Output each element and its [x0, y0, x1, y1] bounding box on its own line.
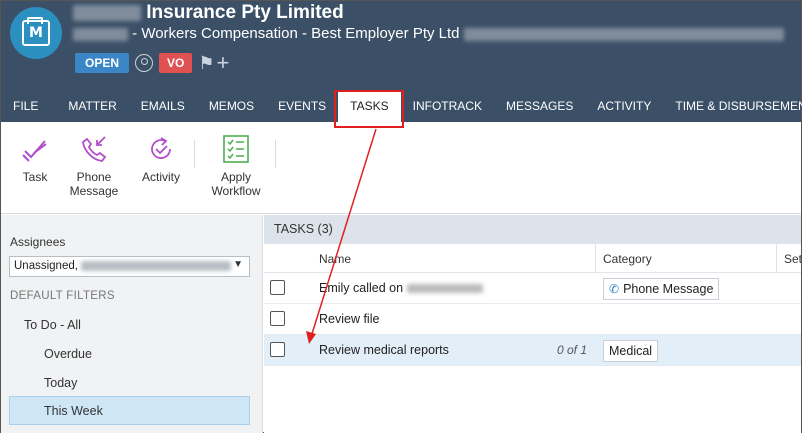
tab-infotrack[interactable]: INFOTRACK: [401, 90, 494, 122]
tab-messages[interactable]: MESSAGES: [494, 90, 585, 122]
category-column-header[interactable]: Category: [596, 244, 776, 273]
tab-tasks[interactable]: TASKS: [338, 90, 401, 122]
toolbar-divider: [194, 140, 195, 168]
add-tag-icon[interactable]: +: [217, 52, 230, 74]
filter-overdue[interactable]: Overdue: [44, 347, 92, 361]
matter-title: Insurance Pty Limited: [73, 2, 344, 24]
filter-today[interactable]: Today: [44, 376, 77, 390]
table-row[interactable]: Review medical reports 0 of 1 Medical: [264, 335, 801, 366]
assignees-select[interactable]: Unassigned, ▼: [9, 256, 250, 277]
matter-subtitle: - Workers Compensation - Best Employer P…: [73, 25, 784, 42]
task-name[interactable]: Emily called on: [319, 281, 483, 295]
default-filters-heading: DEFAULT FILTERS: [10, 290, 115, 302]
tab-emails[interactable]: EMAILS: [129, 90, 197, 122]
user-icon[interactable]: [135, 54, 154, 72]
task-progress: 0 of 1: [557, 343, 588, 357]
category-chip: Medical: [603, 340, 659, 362]
select-column-header: [264, 244, 312, 273]
task-filters-pane: Assignees Unassigned, ▼ DEFAULT FILTERS …: [1, 215, 263, 433]
apply-workflow-button[interactable]: Apply Workflow: [208, 134, 264, 198]
tab-events[interactable]: EVENTS: [266, 90, 338, 122]
task-name[interactable]: Review medical reports: [319, 343, 449, 357]
tasks-count-heading: TASKS (3): [264, 215, 801, 244]
toolbar-divider: [275, 140, 276, 168]
matter-badges: OPEN VO ⚑ +: [75, 52, 229, 74]
phone-icon: ✆: [609, 282, 620, 296]
workflow-icon: [223, 135, 249, 163]
matter-logo-icon: M: [10, 7, 62, 59]
table-row[interactable]: Review file: [264, 304, 801, 335]
activity-icon: [151, 137, 171, 159]
initials-badge[interactable]: VO: [159, 53, 193, 73]
status-badge[interactable]: OPEN: [75, 53, 130, 73]
tab-time-disbursements[interactable]: TIME & DISBURSEMENTS: [663, 90, 802, 122]
filter-this-week[interactable]: This Week: [9, 396, 250, 425]
tab-matter[interactable]: MATTER: [56, 90, 128, 122]
name-column-header[interactable]: Name: [312, 244, 596, 273]
tab-memos[interactable]: MEMOS: [197, 90, 266, 122]
setting-column-header[interactable]: Set: [777, 244, 801, 273]
tab-file[interactable]: FILE: [1, 90, 56, 122]
activity-button[interactable]: Activity: [138, 134, 184, 184]
task-icon: [22, 140, 47, 162]
task-checkbox[interactable]: [270, 311, 285, 326]
table-row[interactable]: Emily called on ✆ Phone Message: [264, 273, 801, 304]
assignees-label: Assignees: [10, 235, 66, 249]
filter-todo-all[interactable]: To Do - All: [24, 318, 81, 332]
main-tabs: FILE MATTER EMAILS MEMOS EVENTS TASKS IN…: [1, 90, 802, 122]
task-checkbox[interactable]: [270, 280, 285, 295]
tag-icon[interactable]: ⚑: [198, 54, 214, 72]
category-chip: ✆ Phone Message: [603, 278, 720, 300]
phone-icon: [82, 136, 107, 162]
chevron-down-icon: ▼: [233, 259, 243, 270]
task-checkbox[interactable]: [270, 342, 285, 357]
matter-header: M Insurance Pty Limited - Workers Compen…: [1, 1, 801, 90]
phone-message-button[interactable]: Phone Message: [67, 134, 121, 198]
task-name[interactable]: Review file: [319, 312, 379, 326]
tasks-toolbar: Task Phone Message Activity Apply Workfl…: [1, 122, 801, 214]
new-task-button[interactable]: Task: [18, 134, 52, 184]
tasks-list-pane: TASKS (3) Name Category Set Emily called…: [264, 215, 801, 433]
tab-activity[interactable]: ACTIVITY: [585, 90, 663, 122]
